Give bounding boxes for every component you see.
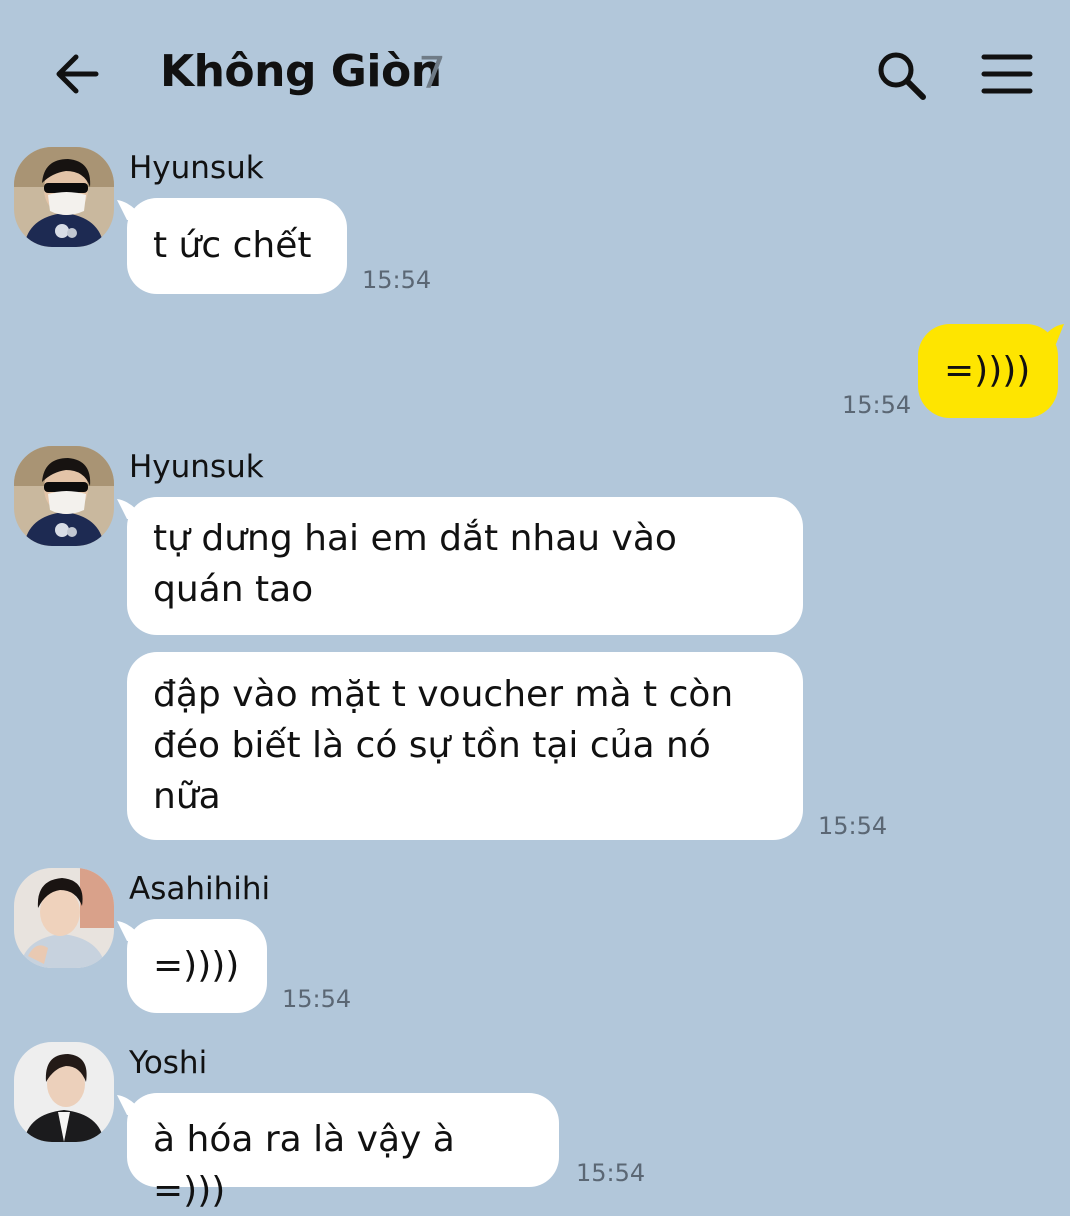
profile-photo-icon: [14, 868, 114, 968]
message-text: à hóa ra là vậy à =))): [153, 1119, 455, 1211]
message-bubble[interactable]: à hóa ra là vậy à =))): [127, 1093, 559, 1211]
menu-icon: [981, 54, 1033, 94]
sender-name: Hyunsuk: [129, 449, 264, 485]
message-line: đập vào mặt t voucher mà t còn: [153, 674, 734, 715]
search-icon: [878, 52, 926, 100]
message-bubble[interactable]: tự dưng hai em dắt nhau vào quán tao: [127, 497, 803, 635]
message-bubble[interactable]: đập vào mặt t voucher mà t còn đéo biết …: [127, 652, 803, 840]
my-message-bubble[interactable]: =)))): [918, 324, 1058, 418]
message-line: đéo biết là có sự tồn tại của nó: [153, 725, 711, 766]
message-time: 15:54: [818, 812, 888, 840]
message-bubble[interactable]: t ức chết: [127, 198, 347, 294]
chat-header: Không Giòn 7: [0, 0, 1070, 140]
back-button[interactable]: [50, 50, 102, 98]
sender-name: Yoshi: [129, 1045, 208, 1081]
message-time: 15:54: [362, 266, 432, 294]
profile-photo-icon: [14, 1042, 114, 1142]
menu-button[interactable]: [980, 50, 1034, 98]
member-count: 7: [418, 48, 446, 99]
sender-name: Asahihihi: [129, 871, 271, 907]
avatar-hyunsuk[interactable]: [14, 147, 114, 247]
message-text: =)))): [153, 945, 240, 986]
avatar-yoshi[interactable]: [14, 1042, 114, 1142]
message-line: quán tao: [153, 569, 314, 610]
message-text: =)))): [944, 350, 1031, 391]
profile-photo-icon: [14, 147, 114, 247]
search-button[interactable]: [874, 48, 930, 104]
chat-title: Không Giòn: [160, 46, 442, 97]
back-arrow-icon: [56, 54, 99, 94]
profile-photo-icon: [14, 446, 114, 546]
message-time: 15:54: [842, 391, 912, 419]
message-time: 15:54: [282, 985, 352, 1013]
sender-name: Hyunsuk: [129, 150, 264, 186]
message-bubble[interactable]: =)))): [127, 919, 267, 1013]
avatar-asahihihi[interactable]: [14, 868, 114, 968]
message-line: nữa: [153, 776, 221, 817]
message-line: tự dưng hai em dắt nhau vào: [153, 518, 677, 559]
message-text: t ức chết: [153, 225, 312, 266]
avatar-hyunsuk[interactable]: [14, 446, 114, 546]
message-time: 15:54: [576, 1159, 646, 1187]
